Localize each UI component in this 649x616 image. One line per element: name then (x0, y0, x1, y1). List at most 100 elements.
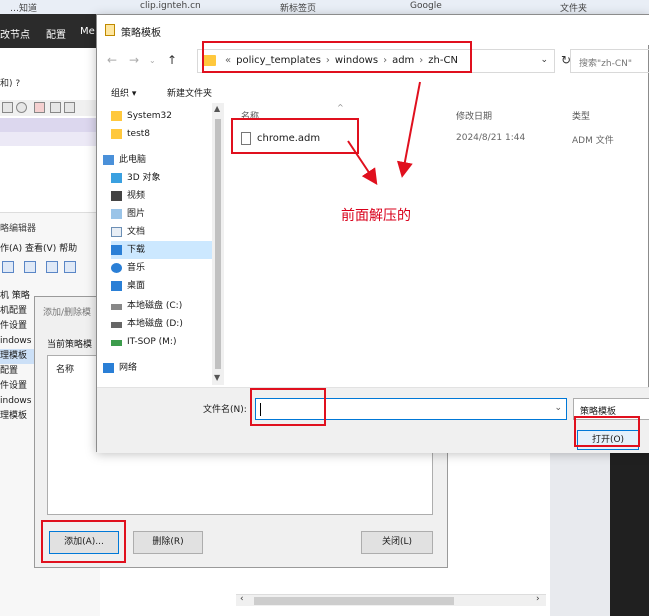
scroll-down-icon[interactable]: ▼ (214, 373, 220, 382)
chevron-right-icon[interactable]: › (321, 55, 335, 66)
nav-item-test8[interactable]: test8 (111, 125, 213, 143)
gpe-menubar[interactable]: 作(A) 查看(V) 帮助 (0, 241, 77, 254)
column-header-name[interactable]: 名称 (56, 362, 74, 375)
sort-indicator-icon: ^ (337, 103, 344, 112)
picture-icon (111, 209, 122, 219)
cube-icon (111, 173, 122, 183)
toolbar-icon[interactable] (2, 261, 14, 273)
chevron-right-icon[interactable]: › (378, 55, 392, 66)
dialog-titlebar: 策略模板 (97, 15, 649, 45)
delete-button[interactable]: 删除(R) (133, 531, 203, 554)
computer-icon (103, 155, 114, 165)
drive-icon (111, 304, 122, 310)
recent-chevron-icon[interactable]: ⌄ (149, 56, 156, 65)
mmc-menu-item[interactable]: Me (80, 26, 95, 37)
background-window (550, 450, 610, 616)
file-list: ^ 名称 修改日期 类型 chrome.adm 2024/8/21 1:44 A… (225, 103, 649, 385)
scroll-right-icon[interactable]: › (536, 594, 540, 604)
breadcrumb-item[interactable]: policy_templates (236, 55, 321, 66)
open-file-dialog: 策略模板 ← → ⌄ ↑ «policy_templates › windows › a… (96, 14, 649, 453)
close-button[interactable]: 关闭(L) (361, 531, 433, 554)
nav-item-desktop[interactable]: 桌面 (111, 277, 213, 295)
annotation-text: 前面解压的 (341, 208, 411, 224)
scroll-up-icon[interactable]: ▲ (214, 104, 220, 113)
breadcrumb: «policy_templates › windows › adm › zh-CN (220, 55, 458, 66)
mmc-menubar[interactable]: 和) ? (0, 76, 20, 89)
mmc-titlebar: 改节点 配置 Me (0, 14, 100, 48)
browser-tab[interactable]: …知道 (10, 1, 37, 14)
nav-item-3d-objects[interactable]: 3D 对象 (111, 169, 213, 187)
file-modified: 2024/8/21 1:44 (456, 133, 526, 143)
nav-pane-scrollbar[interactable]: ▲ ▼ (212, 103, 224, 385)
file-name: chrome.adm (257, 133, 321, 144)
chevron-down-icon[interactable]: ⌄ (540, 55, 548, 65)
toolbar-icon[interactable] (2, 102, 13, 113)
scroll-left-icon[interactable]: ‹ (240, 594, 244, 604)
folder-icon (111, 129, 122, 139)
record-icon[interactable] (34, 102, 45, 113)
toolbar-icon[interactable] (64, 261, 76, 273)
navigation-pane: System32 test8 此电脑 3D 对象 视频 图片 文档 下载 音乐 … (97, 103, 225, 385)
chevron-right-icon[interactable]: › (414, 55, 428, 66)
nav-item-drive-m[interactable]: IT-SOP (M:) (111, 333, 213, 351)
nav-item-network[interactable]: 网络 (103, 359, 205, 377)
toolbar-icon[interactable] (16, 102, 27, 113)
nav-item-videos[interactable]: 视频 (111, 187, 213, 205)
toolbar-icon[interactable] (24, 261, 36, 273)
nav-item-downloads[interactable]: 下载 (111, 241, 213, 259)
organize-button[interactable]: 组织 ▾ (111, 86, 136, 99)
mmc-window: 改节点 配置 Me 和) ? (0, 14, 100, 214)
forward-arrow-icon[interactable]: → (129, 53, 139, 67)
nav-item-this-pc[interactable]: 此电脑 (103, 151, 205, 169)
nav-item-music[interactable]: 音乐 (111, 259, 213, 277)
download-icon (111, 245, 122, 255)
stop-icon[interactable] (50, 102, 61, 113)
scrollbar-thumb[interactable] (254, 597, 454, 605)
back-arrow-icon[interactable]: ← (107, 53, 117, 67)
address-bar[interactable]: «policy_templates › windows › adm › zh-CN ⌄ (197, 49, 555, 73)
open-button[interactable]: 打开(O) (577, 430, 639, 450)
horizontal-scrollbar[interactable]: ‹ › (236, 594, 546, 606)
browser-tab-strip: …知道 clip.ignteh.cn 新标签页 Google 文件夹 (0, 0, 649, 14)
file-row[interactable]: chrome.adm 2024/8/21 1:44 ADM 文件 (241, 129, 641, 149)
nav-item-system32[interactable]: System32 (111, 107, 213, 125)
column-header-type[interactable]: 类型 (572, 109, 590, 122)
browser-tab[interactable]: 新标签页 (280, 1, 316, 14)
column-header-modified[interactable]: 修改日期 (456, 109, 492, 122)
mmc-row (0, 132, 100, 146)
play-icon[interactable] (64, 102, 75, 113)
network-drive-icon (111, 340, 122, 346)
filename-input[interactable]: ⌄ (255, 398, 567, 420)
up-arrow-icon[interactable]: ↑ (167, 53, 177, 67)
add-button[interactable]: 添加(A)... (49, 531, 119, 554)
file-type: ADM 文件 (572, 136, 614, 146)
breadcrumb-item[interactable]: windows (335, 55, 378, 66)
search-input[interactable]: 搜索"zh-CN" (570, 49, 649, 73)
nav-item-drive-d[interactable]: 本地磁盘 (D:) (111, 315, 213, 333)
chevron-down-icon[interactable]: ⌄ (554, 403, 562, 413)
filetype-select[interactable]: 策略模板 (573, 398, 649, 420)
browser-tab[interactable]: 文件夹 (560, 1, 587, 14)
nav-item-pictures[interactable]: 图片 (111, 205, 213, 223)
navigation-bar: ← → ⌄ ↑ «policy_templates › windows › adm › zh… (97, 45, 649, 77)
help-icon[interactable] (46, 261, 58, 273)
filename-label: 文件名(N): (203, 405, 247, 415)
scrollbar-thumb[interactable] (215, 119, 221, 369)
column-header-name[interactable]: 名称 (241, 109, 259, 122)
new-folder-button[interactable]: 新建文件夹 (167, 86, 212, 99)
command-bar: 组织 ▾ 新建文件夹 (97, 81, 649, 103)
mmc-menu-item[interactable]: 配置 (46, 26, 66, 41)
nav-item-documents[interactable]: 文档 (111, 223, 213, 241)
breadcrumb-item[interactable]: adm (392, 55, 414, 66)
browser-tab[interactable]: clip.ignteh.cn (140, 1, 201, 11)
nav-item-drive-c[interactable]: 本地磁盘 (C:) (111, 297, 213, 315)
text-caret (260, 403, 261, 416)
mmc-menu-item[interactable]: 改节点 (0, 26, 30, 41)
desktop-icon (111, 281, 122, 291)
dialog-icon (105, 24, 115, 36)
chevron-left-icon[interactable]: « (220, 55, 236, 66)
browser-tab[interactable]: Google (410, 1, 442, 11)
dialog-bottom-bar: 文件名(N): ⌄ 策略模板 打开(O) (97, 387, 649, 453)
breadcrumb-item[interactable]: zh-CN (428, 55, 458, 66)
folder-icon (202, 55, 216, 66)
